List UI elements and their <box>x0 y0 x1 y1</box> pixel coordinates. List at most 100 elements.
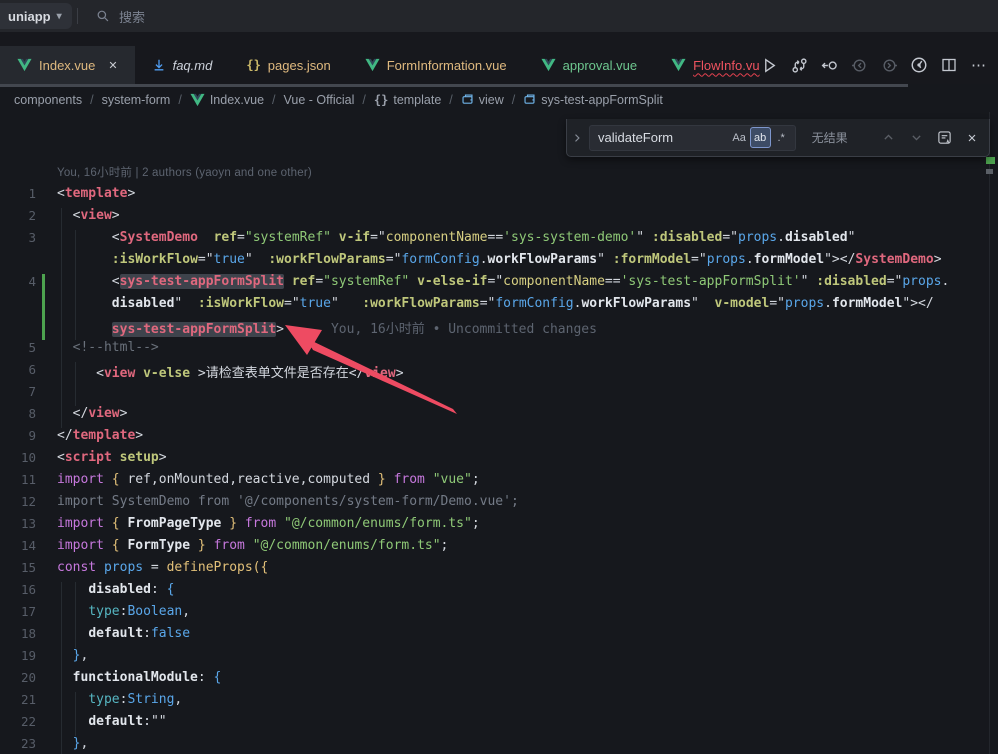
code-line[interactable]: 15const props = defineProps({ <box>0 560 998 582</box>
chevron-right-icon <box>571 132 583 144</box>
code-line[interactable]: 5 <!--html--> <box>0 340 998 362</box>
line-number: 1 <box>0 186 36 208</box>
code-text: sys-test-appFormSplit> You, 16小时前 • Unco… <box>57 318 597 340</box>
code-line[interactable]: 6 <view v-else >请检查表单文件是否存在</view> <box>0 362 998 384</box>
code-line[interactable]: 8 </view> <box>0 406 998 428</box>
braces-icon: {} <box>246 58 260 72</box>
code-line[interactable]: disabled" :isWorkFlow="true" :workFlowPa… <box>0 296 998 318</box>
close-icon <box>966 132 978 144</box>
find-widget: validateForm Aa ab .* 无结果 <box>566 119 990 157</box>
find-in-selection-button[interactable] <box>933 127 955 149</box>
code-line[interactable]: 9</template> <box>0 428 998 450</box>
breadcrumb-label: Index.vue <box>210 93 264 107</box>
code-line[interactable]: :isWorkFlow="true" :workFlowParams="form… <box>0 252 998 274</box>
vue-icon <box>17 58 32 72</box>
run-button[interactable] <box>756 52 782 78</box>
open-changes-button[interactable] <box>816 52 842 78</box>
code-text: <template> <box>57 186 135 208</box>
code-line[interactable]: 19 }, <box>0 648 998 670</box>
split-editor-button[interactable] <box>936 52 962 78</box>
timeline-button[interactable] <box>906 52 932 78</box>
nav-back-button[interactable] <box>846 52 872 78</box>
global-search-button[interactable]: 搜索 <box>96 0 145 32</box>
md-icon <box>152 58 166 72</box>
breadcrumb-item-vue-official[interactable]: Vue - Official <box>284 93 355 107</box>
code-text: </view> <box>57 406 127 428</box>
tab-label: approval.vue <box>563 58 637 73</box>
breadcrumb-separator: / <box>90 93 93 107</box>
code-text: default:"" <box>57 714 167 736</box>
modified-marker <box>986 157 995 164</box>
breadcrumb-item-sys-test-appformsplit[interactable]: sys-test-appFormSplit <box>523 93 663 107</box>
code-line[interactable]: 10<script setup> <box>0 450 998 472</box>
editor-pane[interactable]: You, 16小时前 | 2 authors (yaoyn and one ot… <box>0 112 998 754</box>
match-case-button[interactable]: Aa <box>729 127 750 148</box>
find-input[interactable]: validateForm Aa ab .* <box>589 125 796 151</box>
code-line[interactable]: 18 default:false <box>0 626 998 648</box>
breadcrumb-label: template <box>393 93 441 107</box>
more-actions-button[interactable]: ⋯ <box>966 52 992 78</box>
tab-pages-json[interactable]: {}pages.json <box>229 46 347 84</box>
regex-button[interactable]: .* <box>771 127 792 148</box>
code-line[interactable]: 7 <box>0 384 998 406</box>
code-text: </template> <box>57 428 143 450</box>
line-number: 3 <box>0 230 36 252</box>
code-line[interactable]: 21 type:String, <box>0 692 998 714</box>
git-compare-button[interactable] <box>786 52 812 78</box>
code-editor-window: uniapp ▾ 搜索 Index.vue ✕ faq.md{}pages.json… <box>0 0 998 754</box>
code-line[interactable]: 12import SystemDemo from '@/components/s… <box>0 494 998 516</box>
code-text: <!--html--> <box>57 340 159 362</box>
code-line[interactable]: 4 <sys-test-appFormSplit ref="systemRef"… <box>0 274 998 296</box>
code-line[interactable]: 13import { FromPageType } from "@/common… <box>0 516 998 538</box>
code-line[interactable]: 23 }, <box>0 736 998 754</box>
code-line[interactable]: 14import { FormType } from "@/common/enu… <box>0 538 998 560</box>
breadcrumb-item-template[interactable]: {}template <box>374 93 441 107</box>
title-bar: uniapp ▾ 搜索 <box>0 0 998 32</box>
breadcrumb-item-index-vue[interactable]: Index.vue <box>190 93 264 107</box>
line-number: 5 <box>0 340 36 362</box>
breadcrumb-label: system-form <box>102 93 171 107</box>
tab-scrollbar[interactable] <box>0 84 908 87</box>
blame-text: You, 16小时前 | 2 authors (yaoyn and one ot… <box>57 164 312 186</box>
code-line[interactable]: 1 <template> <box>0 186 998 208</box>
code-line[interactable]: 22 default:"" <box>0 714 998 736</box>
tab-label: Index.vue <box>39 58 95 73</box>
breadcrumb: components/system-form/Index.vue/Vue - O… <box>0 87 998 112</box>
code-line[interactable]: 17 type:Boolean, <box>0 604 998 626</box>
code-line[interactable]: 20 functionalModule: { <box>0 670 998 692</box>
breadcrumb-separator: / <box>449 93 452 107</box>
nav-forward-button[interactable] <box>876 52 902 78</box>
code-line[interactable]: 2 <view> <box>0 208 998 230</box>
code-text: :isWorkFlow="true" :workFlowParams="form… <box>57 252 942 274</box>
vue-icon <box>671 58 686 72</box>
whole-word-button[interactable]: ab <box>750 127 771 148</box>
blame-annotation[interactable]: You, 16小时前 | 2 authors (yaoyn and one ot… <box>0 164 998 186</box>
chevron-down-icon <box>910 131 923 144</box>
chevron-up-icon <box>882 131 895 144</box>
code-line[interactable]: sys-test-appFormSplit> You, 16小时前 • Unco… <box>0 318 998 340</box>
symbol-icon <box>523 93 536 106</box>
code-line[interactable]: 11import { ref,onMounted,reactive,comput… <box>0 472 998 494</box>
previous-match-button[interactable] <box>878 127 900 149</box>
line-number: 8 <box>0 406 36 428</box>
tab-faq-md[interactable]: faq.md <box>135 46 230 84</box>
project-menu-button[interactable]: uniapp ▾ <box>0 3 72 29</box>
breadcrumb-item-system-form[interactable]: system-form <box>102 93 171 107</box>
breadcrumb-item-components[interactable]: components <box>14 93 82 107</box>
breadcrumb-item-view[interactable]: view <box>461 93 504 107</box>
divider <box>77 8 78 24</box>
breadcrumb-label: view <box>479 93 504 107</box>
code-line[interactable]: 3 <SystemDemo ref="systemRef" v-if="comp… <box>0 230 998 252</box>
line-number: 15 <box>0 560 36 582</box>
close-find-button[interactable] <box>961 127 983 149</box>
code-line[interactable]: 16 disabled: { <box>0 582 998 604</box>
tab-index-vue[interactable]: Index.vue ✕ <box>0 46 135 84</box>
close-icon[interactable]: ✕ <box>108 59 117 72</box>
tab-approval-vue[interactable]: approval.vue <box>524 46 654 84</box>
tab-forminformation-vue[interactable]: FormInformation.vue <box>348 46 524 84</box>
code-text: <SystemDemo ref="systemRef" v-if="compon… <box>57 230 855 252</box>
code-text: import { ref,onMounted,reactive,computed… <box>57 472 480 494</box>
overview-ruler[interactable] <box>989 112 990 754</box>
next-match-button[interactable] <box>905 127 927 149</box>
toggle-replace-button[interactable] <box>571 132 583 144</box>
